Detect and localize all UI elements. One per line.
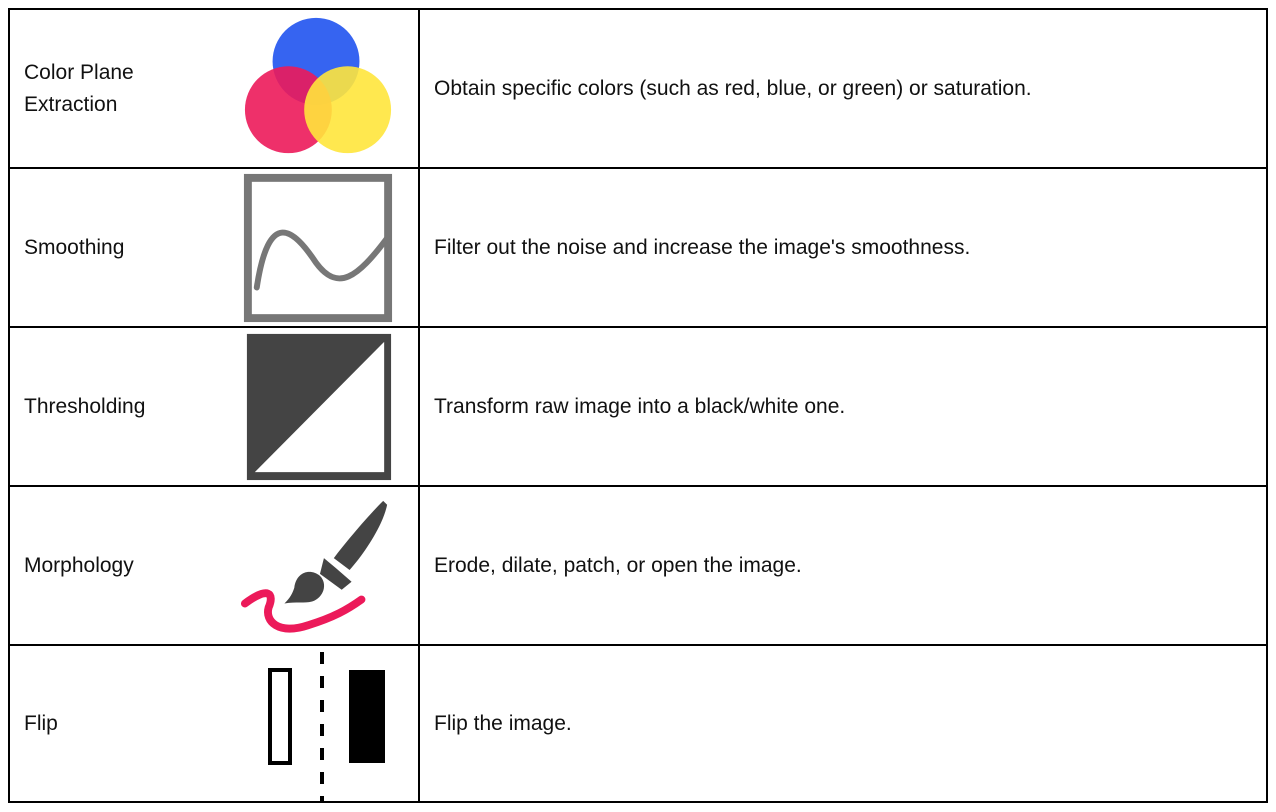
- function-table: Color Plane Extraction Obtain specific c…: [8, 8, 1268, 803]
- table-row: Smoothing Filter out the noise and incre…: [10, 169, 1266, 328]
- description-cell: Filter out the noise and increase the im…: [434, 235, 971, 259]
- table-row: Flip Flip the image.: [10, 646, 1266, 801]
- description-cell: Erode, dilate, patch, or open the image.: [434, 553, 802, 577]
- function-cell: Smoothing: [10, 169, 420, 326]
- table-row: Color Plane Extraction Obtain specific c…: [10, 10, 1266, 169]
- description-cell: Flip the image.: [434, 711, 572, 735]
- function-cell: Thresholding: [10, 328, 420, 485]
- table-row: Morphology Erode, dilate, patch, or open…: [10, 487, 1266, 646]
- mirror-flip-icon: [238, 646, 398, 801]
- function-name: Morphology: [24, 553, 134, 577]
- function-name: Smoothing: [24, 235, 125, 259]
- function-name: Flip: [24, 711, 58, 735]
- diagonal-split-icon: [238, 328, 398, 485]
- table-row: Thresholding Transform raw image into a …: [10, 328, 1266, 487]
- wave-frame-icon: [238, 169, 398, 326]
- description-cell: Transform raw image into a black/white o…: [434, 394, 846, 418]
- description-cell: Obtain specific colors (such as red, blu…: [434, 76, 1032, 100]
- function-name: Thresholding: [24, 394, 146, 418]
- function-cell: Color Plane Extraction: [10, 10, 420, 167]
- function-name: Color Plane Extraction: [24, 60, 134, 116]
- paintbrush-icon: [238, 487, 398, 644]
- function-cell: Morphology: [10, 487, 420, 644]
- function-cell: Flip: [10, 646, 420, 801]
- color-circles-icon: [238, 10, 398, 167]
